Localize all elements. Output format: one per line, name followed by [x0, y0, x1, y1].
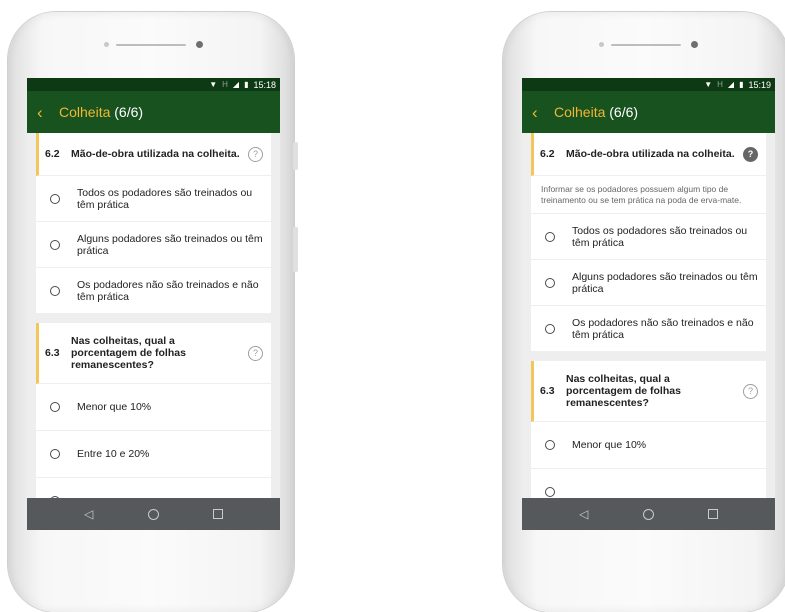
question-header: 6.2 Mão-de-obra utilizada na colheita. ?	[36, 133, 271, 176]
question-list[interactable]: 6.2 Mão-de-obra utilizada na colheita. ?…	[27, 133, 280, 498]
question-header: 6.3 Nas colheitas, qual a porcentagem de…	[36, 323, 271, 384]
battery-icon: ▮	[244, 79, 249, 89]
nav-home-icon[interactable]	[642, 508, 654, 520]
nav-back-icon[interactable]: ◁	[579, 507, 588, 521]
answer-option-label: Alguns podadores são treinados ou têm pr…	[572, 270, 758, 295]
question-circle-icon[interactable]: ?	[248, 146, 263, 162]
page-title-text: Colheita	[554, 104, 606, 120]
answer-option-label: Entre 10 e 20%	[77, 448, 150, 460]
answer-option-label: Menor que 10%	[572, 439, 647, 451]
radio-button[interactable]	[545, 486, 555, 497]
answer-option[interactable]: Entre 10 e 20%	[36, 431, 271, 478]
question-card-6-3: 6.3 Nas colheitas, qual a porcentagem de…	[531, 361, 766, 498]
answer-option[interactable]: Alguns podadores são treinados ou têm pr…	[531, 260, 766, 306]
network-type-label: H	[717, 79, 723, 89]
front-camera	[691, 41, 698, 48]
proximity-sensor	[599, 42, 604, 47]
question-help-text: Informar se os podadores possuem algum t…	[531, 176, 766, 214]
radio-button[interactable]	[545, 277, 555, 288]
speaker-grille	[116, 44, 186, 46]
radio-button[interactable]	[50, 402, 60, 412]
front-camera	[196, 41, 203, 48]
answer-option[interactable]: Os podadores não são treinados e não têm…	[36, 268, 271, 313]
answer-option[interactable]: Menor que 10%	[36, 384, 271, 431]
question-number: 6.2	[45, 148, 60, 160]
question-text: Mão-de-obra utilizada na colheita.	[71, 148, 240, 160]
radio-button[interactable]	[50, 285, 60, 296]
question-text: Nas colheitas, qual a porcentagem de fol…	[71, 335, 186, 371]
signal-icon: ◢	[232, 79, 240, 89]
page-progress-count: (6/6)	[609, 104, 639, 120]
question-circle-icon[interactable]: ?	[743, 146, 758, 162]
phone-right: ▼ H ◢ ▮ 15:19 ‹ Colheita (6/6) 6.2 Mão-d…	[503, 12, 785, 612]
radio-button[interactable]	[545, 440, 555, 450]
answer-option-label: Alguns podadores são treinados ou têm pr…	[77, 232, 263, 257]
nav-recent-apps-icon[interactable]	[707, 509, 718, 519]
system-nav-bar: ◁	[27, 498, 280, 530]
phone-earpiece	[8, 40, 294, 50]
screen-right: ▼ H ◢ ▮ 15:19 ‹ Colheita (6/6) 6.2 Mão-d…	[522, 78, 775, 530]
answer-option[interactable]	[36, 478, 271, 498]
answer-option[interactable]: Menor que 10%	[531, 422, 766, 469]
phone-left: ▼ H ◢ ▮ 15:18 ‹ Colheita (6/6) 6.2 Mão-d…	[8, 12, 298, 612]
answer-option[interactable]: Os podadores não são treinados e não têm…	[531, 306, 766, 351]
answer-option-label: Os podadores não são treinados e não têm…	[77, 278, 259, 303]
chevron-left-icon[interactable]: ‹	[532, 104, 554, 121]
question-circle-icon[interactable]: ?	[248, 345, 263, 361]
question-text: Mão-de-obra utilizada na colheita.	[566, 148, 735, 160]
phone-earpiece	[503, 40, 785, 50]
radio-button[interactable]	[50, 449, 60, 459]
answer-option[interactable]: Todos os podadores são treinados ou têm …	[36, 176, 271, 222]
question-card-6-2: 6.2 Mão-de-obra utilizada na colheita. ?…	[531, 133, 766, 351]
question-number: 6.3	[540, 385, 555, 397]
answer-option-label: Menor que 10%	[77, 401, 152, 413]
phone-volume-button	[293, 227, 298, 272]
answer-option[interactable]: Alguns podadores são treinados ou têm pr…	[36, 222, 271, 268]
radio-button[interactable]	[545, 323, 555, 334]
question-number: 6.3	[45, 347, 60, 359]
chevron-left-icon[interactable]: ‹	[37, 104, 59, 121]
page-title: Colheita (6/6)	[59, 104, 143, 120]
phone-side-button	[293, 142, 298, 170]
signal-icon: ◢	[727, 79, 735, 89]
speaker-grille	[611, 44, 681, 46]
system-nav-bar: ◁	[522, 498, 775, 530]
question-list[interactable]: 6.2 Mão-de-obra utilizada na colheita. ?…	[522, 133, 775, 498]
answer-option[interactable]	[531, 469, 766, 498]
status-bar: ▼ H ◢ ▮ 15:18	[27, 78, 280, 91]
answer-option[interactable]: Todos os podadores são treinados ou têm …	[531, 214, 766, 260]
wifi-icon: ▼	[704, 79, 713, 89]
app-bar: ‹ Colheita (6/6)	[27, 91, 280, 133]
radio-button[interactable]	[545, 231, 555, 242]
answer-option-label: Os podadores não são treinados e não têm…	[572, 316, 754, 341]
question-text: Nas colheitas, qual a porcentagem de fol…	[566, 373, 681, 409]
question-card-6-3: 6.3 Nas colheitas, qual a porcentagem de…	[36, 323, 271, 498]
page-title: Colheita (6/6)	[554, 104, 638, 120]
radio-button[interactable]	[50, 193, 60, 204]
question-card-6-2: 6.2 Mão-de-obra utilizada na colheita. ?…	[36, 133, 271, 313]
question-header: 6.2 Mão-de-obra utilizada na colheita. ?	[531, 133, 766, 176]
network-type-label: H	[222, 79, 228, 89]
screen-left: ▼ H ◢ ▮ 15:18 ‹ Colheita (6/6) 6.2 Mão-d…	[27, 78, 280, 530]
answer-option-label: Todos os podadores são treinados ou têm …	[77, 186, 253, 211]
page-title-text: Colheita	[59, 104, 111, 120]
radio-button[interactable]	[50, 239, 60, 250]
proximity-sensor	[104, 42, 109, 47]
nav-home-icon[interactable]	[147, 508, 159, 520]
status-time: 15:19	[748, 79, 771, 90]
status-bar: ▼ H ◢ ▮ 15:19	[522, 78, 775, 91]
nav-recent-apps-icon[interactable]	[212, 509, 223, 519]
app-bar: ‹ Colheita (6/6)	[522, 91, 775, 133]
page-progress-count: (6/6)	[114, 104, 144, 120]
question-circle-icon[interactable]: ?	[743, 383, 758, 399]
question-header: 6.3 Nas colheitas, qual a porcentagem de…	[531, 361, 766, 422]
status-time: 15:18	[253, 79, 276, 90]
question-number: 6.2	[540, 148, 555, 160]
wifi-icon: ▼	[209, 79, 218, 89]
nav-back-icon[interactable]: ◁	[84, 507, 93, 521]
battery-icon: ▮	[739, 79, 744, 89]
answer-option-label: Todos os podadores são treinados ou têm …	[572, 224, 748, 249]
